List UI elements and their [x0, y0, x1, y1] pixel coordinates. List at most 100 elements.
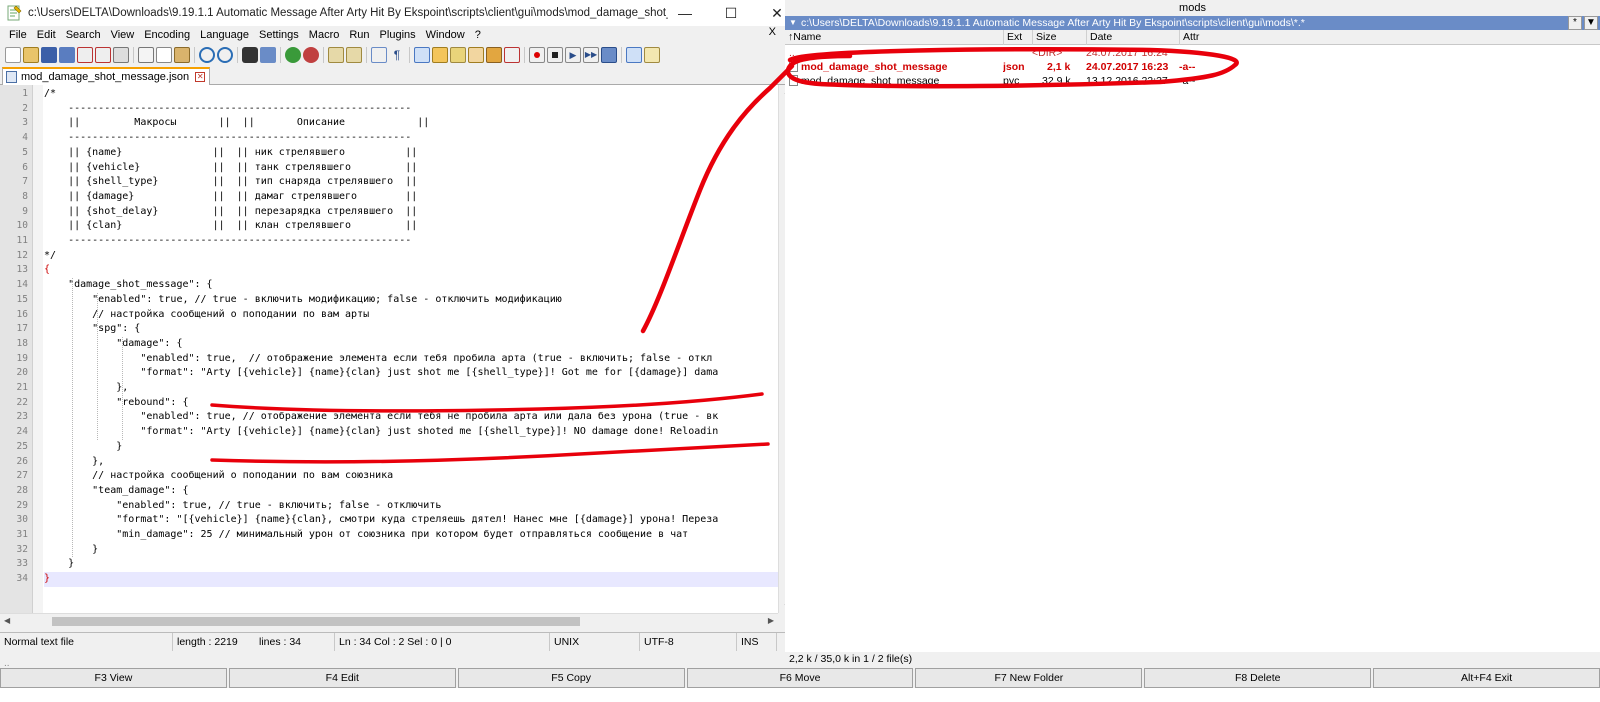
menu-edit[interactable]: Edit: [32, 29, 61, 41]
horizontal-scroll-thumb[interactable]: [52, 617, 580, 626]
spellcheck-icon[interactable]: [626, 47, 642, 63]
line-number: 1: [22, 88, 28, 99]
code-line: // настройка сообщений о поподании по ва…: [44, 470, 394, 482]
column-attr[interactable]: Attr: [1180, 30, 1600, 45]
window-title: c:\Users\DELTA\Downloads\9.19.1.1 Automa…: [28, 7, 668, 19]
f3-view-button[interactable]: F3 View: [0, 668, 227, 688]
column-ext[interactable]: Ext: [1004, 30, 1033, 45]
minimize-button[interactable]: —: [662, 0, 708, 26]
menu-view[interactable]: View: [106, 29, 140, 41]
file-manager-panel: mods ▼ c:\Users\DELTA\Downloads\9.19.1.1…: [785, 0, 1600, 664]
menu-run[interactable]: Run: [344, 29, 374, 41]
file-row[interactable]: mod_damage_shot_message pyc 32,9 k 13.12…: [785, 74, 1600, 89]
menu-encoding[interactable]: Encoding: [139, 29, 195, 41]
doc-map-icon[interactable]: [450, 47, 466, 63]
notepadpp-window: c:\Users\DELTA\Downloads\9.19.1.1 Automa…: [0, 0, 800, 664]
file-row-parent[interactable]: .. <DIR> 24.07.2017 16:24: [785, 46, 1600, 61]
udl-icon[interactable]: [432, 47, 448, 63]
toolbar-separator: [323, 47, 324, 63]
close-icon[interactable]: [77, 47, 93, 63]
play-macro-icon[interactable]: ▶: [565, 47, 581, 63]
line-number: 4: [22, 132, 28, 144]
column-size[interactable]: Size: [1033, 30, 1087, 45]
tab-close-icon[interactable]: ✕: [195, 72, 206, 82]
monitor-icon[interactable]: [504, 47, 520, 63]
menu-language[interactable]: Language: [195, 29, 254, 41]
notepadpp-icon: [6, 5, 22, 21]
sync-h-icon[interactable]: [346, 47, 362, 63]
root-button[interactable]: *: [1568, 16, 1582, 30]
menu-search[interactable]: Search: [61, 29, 106, 41]
redo-icon[interactable]: [217, 47, 233, 63]
hotlist-dropdown-icon[interactable]: ▼: [1584, 16, 1598, 30]
paste-icon[interactable]: [174, 47, 190, 63]
menu-help[interactable]: ?: [470, 29, 486, 41]
all-chars-icon[interactable]: ¶: [389, 47, 405, 63]
column-date[interactable]: Date: [1087, 30, 1180, 45]
f6-move-button[interactable]: F6 Move: [686, 668, 914, 688]
code-line: ----------------------------------------…: [44, 132, 412, 144]
indent-guide: [122, 336, 123, 440]
file-list[interactable]: .. <DIR> 24.07.2017 16:24 mod_damage_sho…: [785, 46, 1600, 650]
zoom-in-icon[interactable]: [285, 47, 301, 63]
spellcheck-options-icon[interactable]: [644, 47, 660, 63]
status-position: Ln : 34 Col : 2 Sel : 0 | 0: [335, 632, 550, 651]
save-icon[interactable]: [41, 47, 57, 63]
copy-icon[interactable]: [156, 47, 172, 63]
cut-icon[interactable]: [138, 47, 154, 63]
menu-macro[interactable]: Macro: [304, 29, 345, 41]
run-macro-multiple-icon[interactable]: ▶▶: [583, 47, 599, 63]
menu-settings[interactable]: Settings: [254, 29, 304, 41]
print-icon[interactable]: [113, 47, 129, 63]
code-editor[interactable]: 1 2 3 4 5 6 7 8 9 10 11 12 13 14 15 16 17 18 19 20 21 22 23 24 2…: [0, 85, 778, 613]
word-wrap-icon[interactable]: [371, 47, 387, 63]
replace-icon[interactable]: [260, 47, 276, 63]
scroll-left-icon[interactable]: ◀: [4, 616, 10, 625]
document-tab[interactable]: mod_damage_shot_message.json ✕: [2, 67, 211, 85]
code-line: },: [44, 382, 129, 393]
maximize-button[interactable]: ☐: [708, 0, 754, 26]
f5-copy-button[interactable]: F5 Copy: [457, 668, 685, 688]
file-row-selected[interactable]: mod_damage_shot_message json 2,1 k 24.07…: [785, 60, 1600, 75]
folder-workspace-icon[interactable]: [486, 47, 502, 63]
scroll-right-icon[interactable]: ▶: [768, 616, 774, 625]
code-area[interactable]: /* -------------------------------------…: [44, 85, 778, 613]
menu-plugins[interactable]: Plugins: [375, 29, 421, 41]
file-name-cell: mod_damage_shot_message: [789, 74, 1004, 89]
function-list-icon[interactable]: [468, 47, 484, 63]
close-all-icon[interactable]: [95, 47, 111, 63]
close-document-button[interactable]: X: [769, 26, 776, 38]
new-icon[interactable]: [5, 47, 21, 63]
menu-window[interactable]: Window: [421, 29, 470, 41]
find-icon[interactable]: [242, 47, 258, 63]
save-macro-icon[interactable]: [601, 47, 617, 63]
history-dropdown-icon[interactable]: ▼: [789, 16, 797, 30]
path-bar[interactable]: ▼ c:\Users\DELTA\Downloads\9.19.1.1 Auto…: [785, 16, 1600, 30]
file-size: 32,9 k: [1042, 75, 1071, 87]
indent-guide-icon[interactable]: [414, 47, 430, 63]
record-macro-icon[interactable]: [529, 47, 545, 63]
line-number: 6: [22, 161, 28, 173]
line-number: 26: [16, 455, 28, 467]
code-line: "rebound": {: [44, 396, 189, 408]
undo-icon[interactable]: [199, 47, 215, 63]
exit-button[interactable]: Alt+F4 Exit: [1373, 668, 1600, 688]
column-name[interactable]: ↑Name: [785, 30, 1004, 45]
line-number: 5: [22, 146, 28, 158]
zoom-out-icon[interactable]: [303, 47, 319, 63]
code-line: }: [44, 440, 123, 452]
f7-new-folder-button[interactable]: F7 New Folder: [915, 668, 1143, 688]
menu-file[interactable]: File: [4, 29, 32, 41]
save-all-icon[interactable]: [59, 47, 75, 63]
f8-delete-button[interactable]: F8 Delete: [1144, 668, 1372, 688]
open-icon[interactable]: [23, 47, 39, 63]
f4-edit-button[interactable]: F4 Edit: [228, 668, 456, 688]
title-bar: c:\Users\DELTA\Downloads\9.19.1.1 Automa…: [0, 0, 800, 26]
stop-macro-icon[interactable]: [547, 47, 563, 63]
code-line: {: [44, 264, 51, 276]
sync-v-icon[interactable]: [328, 47, 344, 63]
horizontal-scrollbar[interactable]: ◀ ▶: [0, 613, 778, 628]
fold-margin[interactable]: [33, 85, 43, 613]
line-number: 22: [16, 396, 28, 408]
code-line: /*: [44, 88, 57, 99]
